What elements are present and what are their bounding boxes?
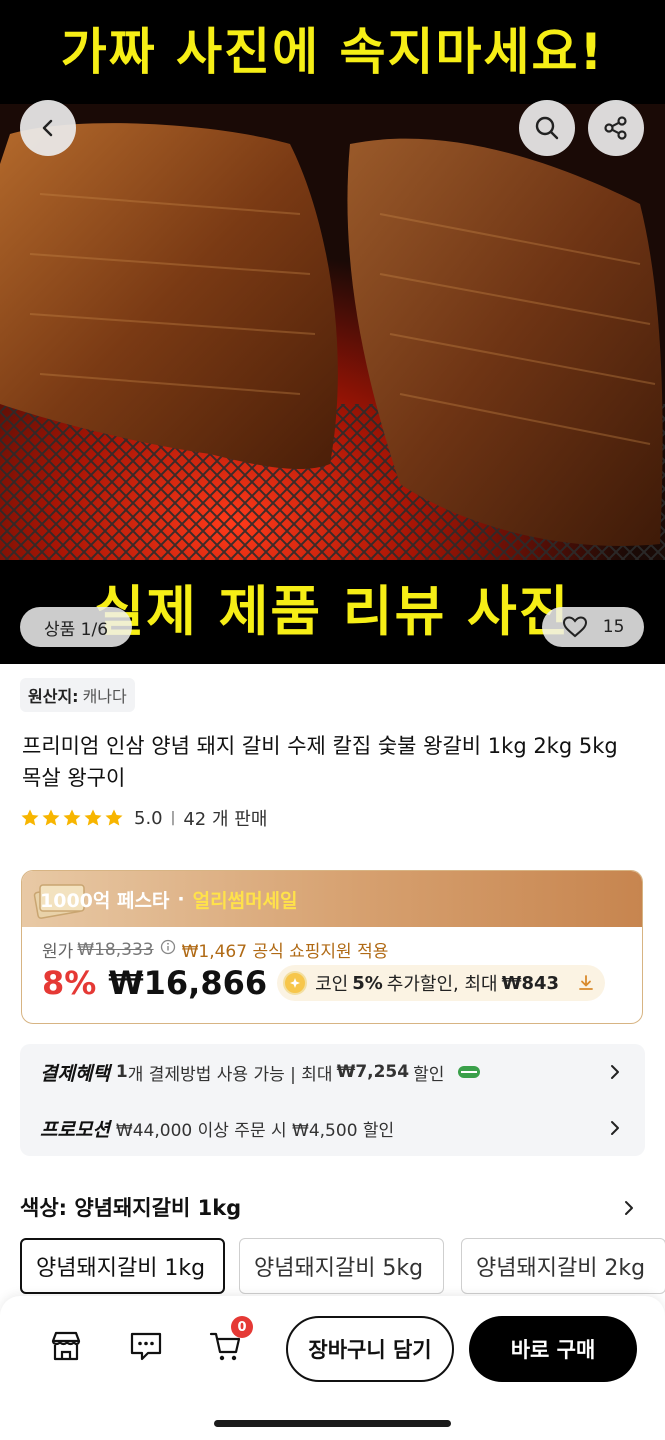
star-icon [63,809,81,826]
coin-max: ₩843 [501,972,560,994]
festa-banner: 1000억 페스타 · 얼리썸머세일 [22,871,642,927]
home-indicator[interactable] [214,1420,451,1427]
origin-label: 원산지: [28,687,79,706]
coin-icon [283,971,308,995]
add-to-cart-button[interactable]: 장바구니 담기 [286,1316,454,1382]
festa-dot: · [177,888,185,910]
subsidy-text: ₩1,467 공식 쇼핑지원 적용 [181,942,389,962]
back-button[interactable] [20,100,76,156]
option-item[interactable]: 양념돼지갈비 2kg [461,1238,665,1294]
info-icon[interactable] [160,939,176,960]
like-count: 15 [602,617,625,637]
store-button[interactable] [46,1326,86,1366]
origin-value: 캐나다 [82,687,127,706]
share-icon [604,116,627,140]
chevron-right-icon[interactable] [619,1198,639,1218]
card-icon [458,1066,481,1078]
download-icon[interactable] [575,972,597,994]
option-list[interactable]: 양념돼지갈비 1kg 양념돼지갈비 5kg 양념돼지갈비 2kg [20,1238,665,1294]
chevron-right-icon [611,1121,619,1135]
share-button[interactable] [588,100,644,156]
final-price-row: 8% ₩16,866 코인 5% 추가할인, 최대 ₩843 [42,963,606,1003]
original-price: ₩18,333 [77,939,154,960]
buy-now-button[interactable]: 바로 구매 [469,1316,637,1382]
star-icon [21,809,39,826]
product-photo [0,104,665,560]
like-button[interactable]: 15 [542,607,644,647]
payment-count: 1 [115,1062,128,1082]
coin-mid: 추가할인, 최대 [386,974,498,995]
hero-banner-top: 가짜 사진에 속지마세요! [0,0,665,104]
heart-icon [562,616,587,638]
original-price-row: 원가 ₩18,333 ₩1,467 공식 쇼핑지원 적용 [42,937,389,963]
store-icon [51,1331,81,1361]
discount-percent: 8% [42,964,97,1002]
promotion-row[interactable]: 프로모션 ₩44,000 이상 주문 시 ₩4,500 할인 [40,1108,625,1148]
promo-text: ₩44,000 이상 주문 시 ₩4,500 할인 [115,1120,395,1141]
chevron-left-icon [42,119,53,137]
price-box: 1000억 페스타 · 얼리썸머세일 원가 ₩18,333 ₩1,467 공식 … [21,870,643,1024]
search-button[interactable] [519,100,575,156]
option-item[interactable]: 양념돼지갈비 5kg [239,1238,444,1294]
chat-button[interactable] [126,1326,166,1366]
final-price: ₩16,866 [108,964,268,1002]
festa-sale: 얼리썸머세일 [192,889,298,912]
coin-prefix: 코인 [315,974,349,995]
rating-stars [20,808,124,828]
coin-percent: 5% [352,972,383,994]
payment-amount: ₩7,254 [336,1062,410,1082]
origin-tag: 원산지: 캐나다 [20,678,135,712]
promo-label: 프로모션 [40,1118,110,1141]
product-image-carousel[interactable]: 가짜 사진에 속지마세요! 실제 제품 리뷰 사진 상품 1/6 15 [0,0,665,664]
sales-count: 42 개 판매 [183,809,268,830]
festa-label: 1000억 페스타 [40,889,170,912]
chat-icon [130,1332,162,1361]
rating-value: 5.0 [134,807,163,829]
rating-divider: | [170,810,176,826]
payment-text1: 개 결제방법 사용 가능 | 최대 [127,1064,333,1085]
bottom-action-bar: 0 장바구니 담기 바로 구매 [0,1296,665,1440]
original-label: 원가 [42,942,74,962]
star-icon [42,809,60,826]
cart-badge: 0 [231,1316,253,1338]
product-title: 프리미엄 인삼 양념 돼지 갈비 수제 칼집 숯불 왕갈비 1kg 2kg 5k… [22,734,618,790]
option-item[interactable]: 양념돼지갈비 1kg [20,1238,225,1294]
image-counter: 상품 1/6 [20,607,132,647]
payment-benefit-row[interactable]: 결제혜택 1 개 결제방법 사용 가능 | 최대 ₩7,254 할인 [40,1052,625,1092]
chevron-right-icon [611,1065,619,1079]
payment-label: 결제혜택 [40,1062,110,1085]
search-icon [535,116,559,140]
benefits-box: 결제혜택 1 개 결제방법 사용 가능 | 최대 ₩7,254 할인 프로모션 … [20,1044,645,1156]
payment-text2: 할인 [413,1064,445,1085]
star-icon [84,809,102,826]
star-icon [105,809,123,826]
option-title[interactable]: 색상: 양념돼지갈비 1kg [20,1192,241,1222]
coin-discount-chip[interactable]: 코인 5% 추가할인, 최대 ₩843 [277,965,606,1001]
rating-summary[interactable]: 5.0 | 42 개 판매 [20,803,267,833]
